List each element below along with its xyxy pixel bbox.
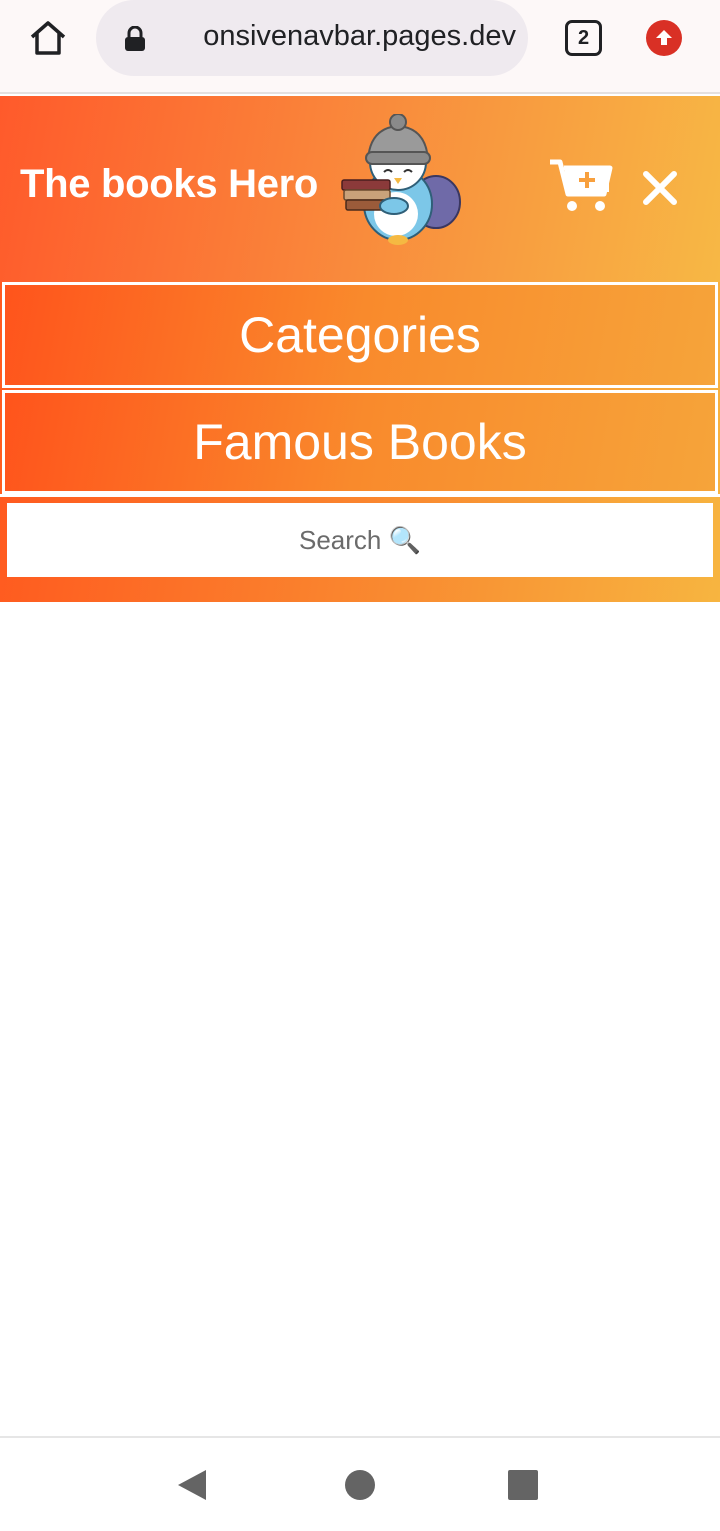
penguin-mascot-icon: [341, 114, 461, 245]
home-circle-icon[interactable]: [345, 1470, 375, 1500]
home-icon: [30, 21, 66, 55]
browser-toolbar: onsivenavbar.pages.dev 2: [0, 0, 720, 94]
cart-button[interactable]: [548, 156, 614, 216]
address-bar[interactable]: onsivenavbar.pages.dev: [96, 0, 528, 76]
back-icon[interactable]: [176, 1468, 208, 1502]
search-input[interactable]: Search 🔍: [7, 503, 713, 577]
site-header: The books Hero: [0, 96, 720, 282]
brand-title[interactable]: The books Hero: [20, 162, 318, 207]
close-icon: [643, 171, 677, 205]
menu-item-famous-books[interactable]: Famous Books: [2, 390, 718, 494]
lock-icon: [125, 26, 145, 51]
menu-item-categories[interactable]: Categories: [2, 282, 718, 388]
tab-switcher-button[interactable]: 2: [565, 20, 602, 56]
nav-menu: Categories Famous Books Search 🔍: [0, 282, 720, 602]
recents-icon[interactable]: [508, 1470, 538, 1500]
update-icon: [656, 30, 672, 45]
url-text: onsivenavbar.pages.dev: [203, 20, 516, 52]
browser-home-button[interactable]: [26, 18, 70, 58]
cart-plus-icon: [550, 159, 613, 211]
close-menu-button[interactable]: [638, 166, 682, 210]
update-button[interactable]: [646, 20, 682, 56]
search-container: Search 🔍: [0, 494, 720, 602]
system-navigation-bar: [0, 1436, 720, 1531]
